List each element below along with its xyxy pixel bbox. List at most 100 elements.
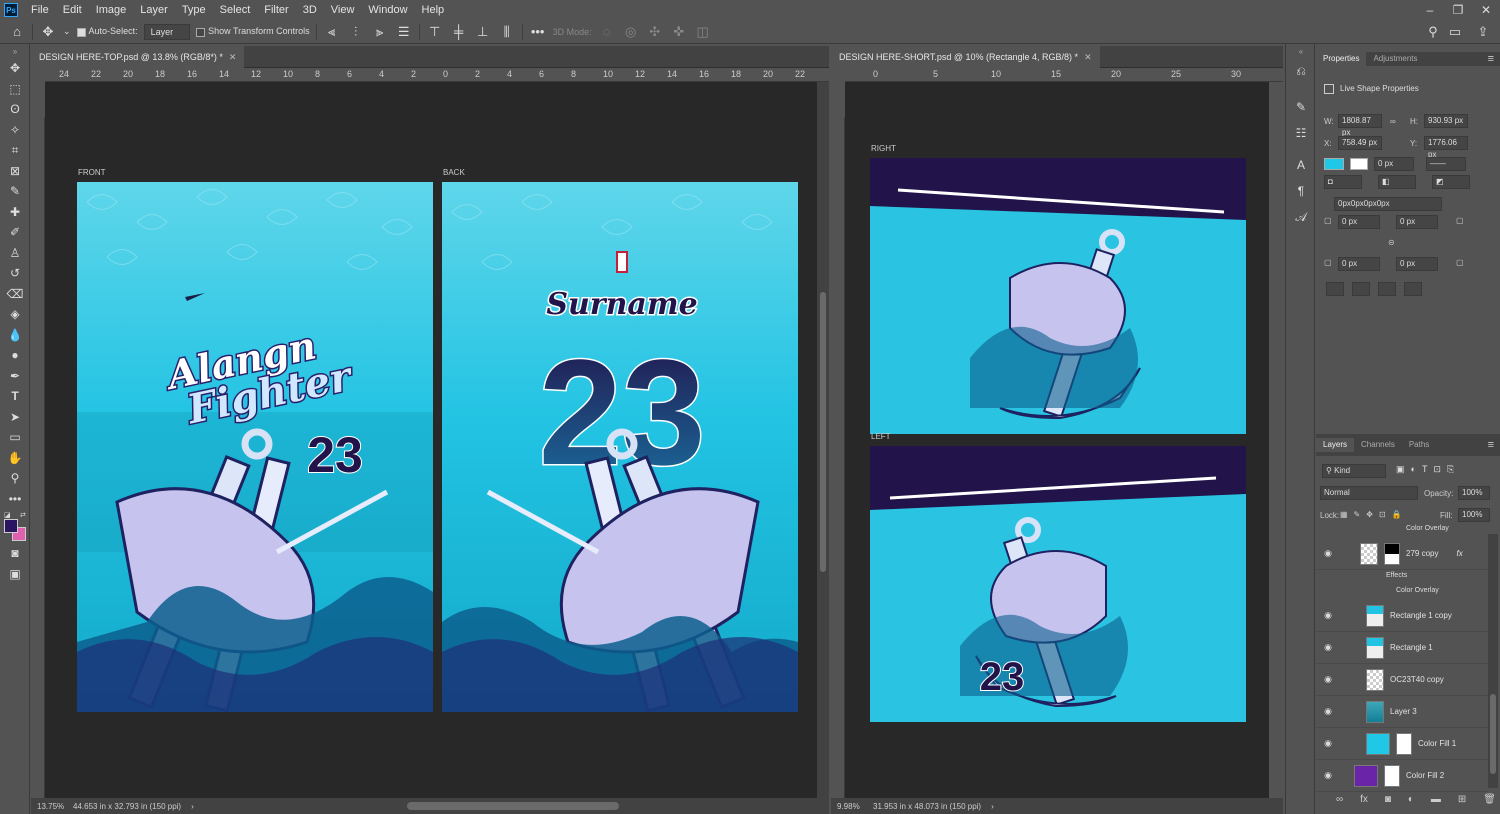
more-options-icon[interactable]: •••	[529, 24, 547, 39]
distribute-icon[interactable]: ☰	[395, 24, 413, 40]
collapse-icon[interactable]: «	[1286, 44, 1316, 58]
vertical-scrollbar[interactable]	[817, 82, 829, 798]
artboard-front[interactable]: Alangn Fighter 23	[77, 182, 433, 712]
brush-settings-icon[interactable]: ✎	[1286, 94, 1316, 120]
collapse-icon[interactable]: »	[0, 44, 30, 58]
stroke-style-dropdown[interactable]: ——	[1426, 157, 1466, 171]
scrollbar-thumb[interactable]	[820, 292, 826, 572]
filter-kind-dropdown[interactable]: ⚲ Kind	[1322, 464, 1386, 478]
tab-layers[interactable]: Layers	[1316, 438, 1355, 452]
chevron-right-icon[interactable]: ›	[991, 802, 994, 811]
type-tool-icon[interactable]: T	[0, 386, 30, 407]
crop-tool-icon[interactable]: ⌗	[0, 140, 30, 161]
rectangle-tool-icon[interactable]: ▭	[0, 427, 30, 448]
visibility-eye-icon[interactable]: ◉	[1316, 738, 1340, 749]
layer-row-color-fill-2[interactable]: ◉ Color Fill 2	[1316, 760, 1488, 792]
restore-icon[interactable]: ❐	[1444, 0, 1472, 20]
3d-pan-icon[interactable]: ✣	[646, 24, 664, 40]
menu-edit[interactable]: Edit	[56, 4, 89, 16]
align-center-icon[interactable]: ⫶	[347, 24, 365, 40]
eyedropper-tool-icon[interactable]: ✎	[0, 181, 30, 202]
quick-mask-icon[interactable]: ◙	[0, 543, 30, 564]
corner-radius-tr[interactable]: 0 px	[1396, 215, 1438, 229]
distribute-vertical-icon[interactable]: ⫼	[498, 24, 516, 40]
artboard-right[interactable]	[870, 158, 1246, 434]
add-style-icon[interactable]: fx	[1360, 794, 1368, 805]
layer-row-rectangle-1[interactable]: ◉ Rectangle 1	[1316, 632, 1488, 664]
opacity-field[interactable]: 100%	[1458, 486, 1490, 500]
swap-colors-icon[interactable]: ⇄	[20, 511, 26, 519]
visibility-eye-icon[interactable]: ◉	[1316, 674, 1340, 685]
corner-radius-tl[interactable]: 0 px	[1338, 215, 1380, 229]
filter-icons[interactable]: ▣◐T⊡⎘	[1396, 464, 1460, 475]
adjustments-panel-icon[interactable]: ☷	[1286, 120, 1316, 146]
align-top-icon[interactable]: ⊤	[426, 24, 444, 40]
align-left-icon[interactable]: ⫷	[323, 24, 341, 40]
link-corners-icon[interactable]: ⊝	[1388, 238, 1395, 247]
dodge-tool-icon[interactable]: ●	[0, 345, 30, 366]
glyphs-panel-icon[interactable]: 𝒜	[1286, 204, 1316, 230]
history-brush-tool-icon[interactable]: ↺	[0, 263, 30, 284]
canvas-top[interactable]: FRONT BACK Alangn Fighter 23 Surname 23	[45, 82, 817, 798]
search-icon[interactable]: ⚲	[1424, 24, 1442, 40]
adjustment-layer-icon[interactable]: ◐	[1408, 794, 1414, 805]
auto-select-target-dropdown[interactable]: Layer	[143, 23, 191, 40]
minimize-icon[interactable]: –	[1416, 0, 1444, 20]
marquee-tool-icon[interactable]: ⬚	[0, 79, 30, 100]
hand-tool-icon[interactable]: ✋	[0, 448, 30, 469]
menu-image[interactable]: Image	[89, 4, 134, 16]
move-tool-icon[interactable]: ✥	[0, 58, 30, 79]
paragraph-panel-icon[interactable]: ¶	[1286, 178, 1316, 204]
intersect-shapes-icon[interactable]	[1378, 282, 1396, 296]
more-tools-icon[interactable]: •••	[0, 489, 30, 510]
3d-scale-icon[interactable]: ◫	[694, 24, 712, 40]
height-field[interactable]: 930.93 px	[1424, 114, 1468, 128]
visibility-eye-icon[interactable]: ◉	[1316, 770, 1340, 781]
corner-radius-br[interactable]: 0 px	[1396, 257, 1438, 271]
artboard-back[interactable]: Surname 23	[442, 182, 798, 712]
stroke-join-dropdown[interactable]: ◩	[1432, 175, 1470, 189]
close-tab-icon[interactable]: ✕	[1084, 52, 1092, 62]
link-layers-icon[interactable]: ∞	[1336, 794, 1343, 805]
lock-icons[interactable]: ▦✎✥⊡🔒	[1340, 510, 1408, 519]
history-panel-icon[interactable]: ⎌	[1286, 58, 1316, 84]
exclude-shapes-icon[interactable]	[1404, 282, 1422, 296]
zoom-level[interactable]: 13.75%	[31, 802, 73, 811]
panel-menu-icon[interactable]: ≡	[1488, 53, 1494, 65]
menu-type[interactable]: Type	[175, 4, 213, 16]
visibility-eye-icon[interactable]: ◉	[1316, 706, 1340, 717]
document-tab-short[interactable]: DESIGN HERE-SHORT.psd @ 10% (Rectangle 4…	[831, 45, 1100, 68]
lasso-tool-icon[interactable]: ʘ	[0, 99, 30, 120]
align-bottom-icon[interactable]: ⊥	[474, 24, 492, 40]
menu-filter[interactable]: Filter	[257, 4, 295, 16]
fx-icon[interactable]: fx	[1456, 549, 1462, 558]
stroke-swatch[interactable]	[1350, 158, 1368, 170]
document-tab-top[interactable]: DESIGN HERE-TOP.psd @ 13.8% (RGB/8*) * ✕	[31, 45, 245, 68]
workspace-icon[interactable]: ▭	[1446, 24, 1464, 40]
3d-orbit-icon[interactable]: ◌	[598, 24, 616, 39]
visibility-eye-icon[interactable]: ◉	[1316, 610, 1340, 621]
menu-file[interactable]: File	[24, 4, 56, 16]
blur-tool-icon[interactable]: 💧	[0, 325, 30, 346]
close-tab-icon[interactable]: ✕	[229, 52, 237, 62]
menu-select[interactable]: Select	[213, 4, 258, 16]
menu-help[interactable]: Help	[415, 4, 452, 16]
delete-layer-icon[interactable]: 🗑	[1483, 794, 1496, 805]
pen-tool-icon[interactable]: ✒	[0, 366, 30, 387]
zoom-level[interactable]: 9.98%	[831, 802, 873, 811]
move-tool-icon[interactable]: ✥	[39, 24, 57, 40]
blend-mode-dropdown[interactable]: Normal	[1320, 486, 1418, 500]
close-icon[interactable]: ✕	[1472, 0, 1500, 20]
zoom-tool-icon[interactable]: ⚲	[0, 468, 30, 489]
add-mask-icon[interactable]: ◙	[1385, 794, 1391, 805]
corner-radius-bl[interactable]: 0 px	[1338, 257, 1380, 271]
chevron-right-icon[interactable]: ›	[191, 802, 194, 811]
y-field[interactable]: 1776.06 px	[1424, 136, 1468, 159]
layer-row-279-copy[interactable]: ◉ 279 copy fx	[1316, 538, 1488, 570]
tab-paths[interactable]: Paths	[1402, 438, 1436, 452]
stroke-cap-dropdown[interactable]: ◧	[1378, 175, 1416, 189]
new-group-icon[interactable]: ▬	[1431, 794, 1441, 805]
tab-channels[interactable]: Channels	[1354, 438, 1402, 452]
layer-row-color-fill-1[interactable]: ◉ Color Fill 1	[1316, 728, 1488, 760]
home-icon[interactable]: ⌂	[8, 24, 26, 39]
